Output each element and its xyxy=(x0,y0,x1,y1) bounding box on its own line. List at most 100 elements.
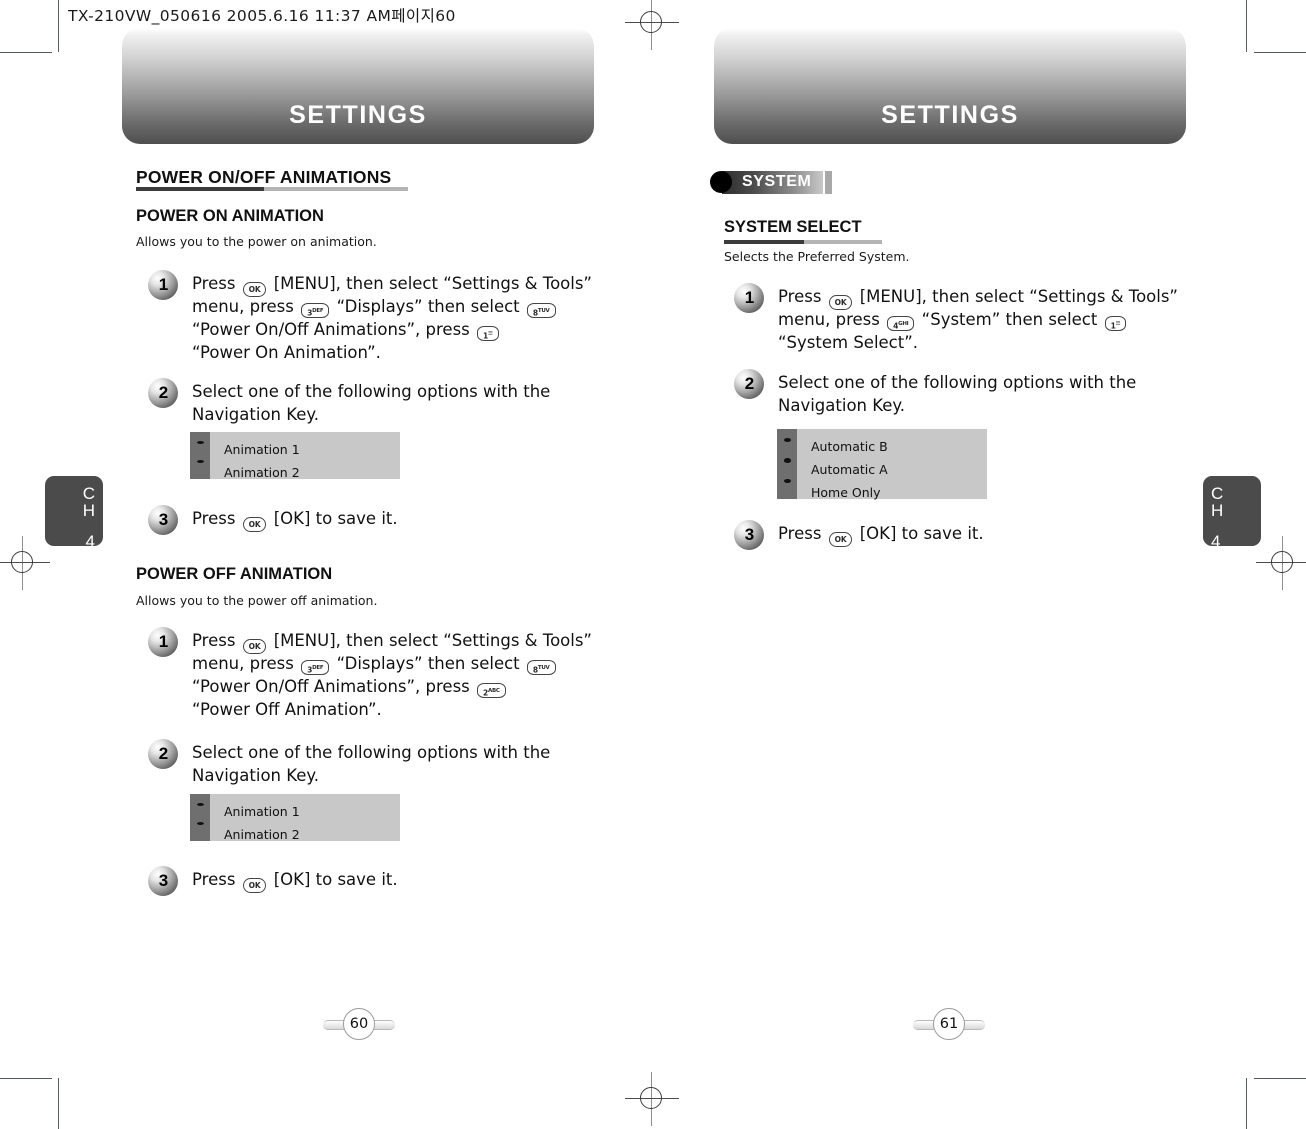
option-bullet-icon xyxy=(783,438,791,443)
page-number-left-value: 60 xyxy=(343,1008,375,1040)
chapter-tab-left-c: C xyxy=(82,484,95,503)
step-badge-3-off: 3 xyxy=(148,866,178,896)
option-item[interactable]: Animation 1 xyxy=(224,800,400,823)
step-badge-2-sys: 2 xyxy=(734,369,764,399)
phone-key-ok-icon: OK xyxy=(828,532,853,547)
page-number-right-value: 61 xyxy=(933,1008,965,1040)
subsection-title-system-select: SYSTEM SELECT xyxy=(724,218,862,236)
instruction-line: Press OK [OK] to save it. xyxy=(778,522,984,547)
phone-key-8-icon: 8TUV xyxy=(526,659,556,675)
option-box-items: Automatic B Automatic A Home Only xyxy=(797,429,987,500)
step-badge-2-off: 2 xyxy=(148,739,178,769)
option-box-power-on[interactable]: Animation 1 Animation 2 xyxy=(190,432,400,480)
trim-line-bottom-right xyxy=(1254,1078,1306,1079)
option-item[interactable]: Animation 1 xyxy=(224,438,400,461)
option-item[interactable]: Automatic B xyxy=(811,435,987,458)
option-box-items: Animation 1 Animation 2 xyxy=(210,794,400,842)
step-3-power-on-text: Press OK [OK] to save it. xyxy=(192,507,398,532)
option-bullet-icon xyxy=(783,458,791,463)
step-badge-3: 3 xyxy=(148,505,178,535)
subsection-desc-system-select: Selects the Preferred System. xyxy=(724,249,910,264)
option-bullet-icon xyxy=(196,822,204,825)
instruction-line: Navigation Key. xyxy=(778,396,906,415)
step-badge-2: 2 xyxy=(148,378,178,408)
step-1-system-select-text: Press OK [MENU], then select “Settings &… xyxy=(778,285,1178,354)
phone-key-1-icon: 1☰ xyxy=(477,325,499,341)
chapter-tab-right-h: H xyxy=(1211,501,1224,520)
phone-key-1-icon: 1☰ xyxy=(1104,315,1127,331)
instruction-line: “Power On/Off Animations”, press 1☰ xyxy=(192,318,592,341)
left-page: SETTINGS POWER ON/OFF ANIMATIONS POWER O… xyxy=(60,0,650,1129)
trim-line-left-bottom xyxy=(58,1078,59,1129)
option-box-gutter xyxy=(190,794,210,841)
trim-line-left xyxy=(58,0,59,52)
category-tag-label: SYSTEM xyxy=(722,170,824,194)
step-badge-1: 1 xyxy=(148,270,178,300)
phone-key-ok-icon: OK xyxy=(242,878,267,893)
subsection-desc-power-off: Allows you to the power off animation. xyxy=(136,593,378,608)
right-page: SETTINGS SYSTEM SYSTEM SELECT Selects th… xyxy=(652,0,1242,1129)
section-title-rule xyxy=(136,187,408,191)
page-number-right: 61 xyxy=(912,1006,986,1042)
subsection-desc-power-on: Allows you to the power on animation. xyxy=(136,234,377,249)
page-number-left: 60 xyxy=(322,1006,396,1042)
instruction-line: “Power On/Off Animations”, press 2ABC xyxy=(192,675,592,698)
option-item[interactable]: Animation 2 xyxy=(224,461,400,484)
phone-key-2-icon: 2ABC xyxy=(477,682,506,698)
manual-page-spread: TX-210VW_050616 2005.6.16 11:37 AM페이지60 … xyxy=(0,0,1306,1129)
instruction-line: Press OK [MENU], then select “Settings &… xyxy=(778,285,1178,310)
instruction-line: Select one of the following options with… xyxy=(778,373,1137,392)
option-bullet-icon xyxy=(196,441,204,444)
instruction-line: Press OK [OK] to save it. xyxy=(192,868,398,893)
instruction-line: “Power On Animation”. xyxy=(192,343,381,362)
right-banner-title: SETTINGS xyxy=(881,101,1019,129)
option-item[interactable]: Automatic A xyxy=(811,458,987,481)
page-number-wing-right-2 xyxy=(963,1020,985,1030)
chapter-tab-right: C H 4 xyxy=(1203,476,1261,550)
step-2-system-select-text: Select one of the following options with… xyxy=(778,371,1136,417)
option-box-system-select[interactable]: Automatic B Automatic A Home Only xyxy=(777,429,987,500)
subsection-title-power-off: POWER OFF ANIMATION xyxy=(136,565,333,583)
option-box-items: Animation 1 Animation 2 xyxy=(210,432,400,480)
phone-key-ok-icon: OK xyxy=(242,517,267,532)
chapter-tab-left-h: H xyxy=(82,501,95,520)
chapter-tab-right-c: C xyxy=(1211,484,1224,503)
step-badge-3-sys: 3 xyxy=(734,520,764,550)
option-item[interactable]: Home Only xyxy=(811,481,987,504)
step-3-power-off-text: Press OK [OK] to save it. xyxy=(192,868,398,893)
instruction-line: Select one of the following options with… xyxy=(192,743,551,762)
chapter-tab-left-number: 4 xyxy=(85,532,95,551)
instruction-line: Press OK [MENU], then select “Settings &… xyxy=(192,629,592,654)
option-bullet-icon xyxy=(196,460,204,463)
trim-line-right xyxy=(1246,0,1247,52)
step-2-power-on-text: Select one of the following options with… xyxy=(192,380,550,426)
registration-mark-left xyxy=(0,536,50,590)
instruction-line: “System Select”. xyxy=(778,333,919,352)
instruction-line: Select one of the following options with… xyxy=(192,382,551,401)
step-1-power-off-text: Press OK [MENU], then select “Settings &… xyxy=(192,629,592,721)
instruction-line: “Power Off Animation”. xyxy=(192,700,382,719)
trim-line-bottom-left xyxy=(0,1078,52,1079)
instruction-line: menu, press 3DEF “Displays” then select … xyxy=(192,295,592,318)
page-number-wing-left xyxy=(323,1020,345,1030)
page-number-wing-left-2 xyxy=(913,1020,935,1030)
left-page-banner: SETTINGS xyxy=(122,28,594,144)
instruction-line: Press OK [OK] to save it. xyxy=(192,507,398,532)
step-3-system-select-text: Press OK [OK] to save it. xyxy=(778,522,984,547)
step-badge-1-off: 1 xyxy=(148,627,178,657)
subsection-rule-system-select xyxy=(724,240,882,244)
registration-mark-right xyxy=(1256,536,1306,590)
option-box-gutter xyxy=(777,429,797,499)
option-item[interactable]: Animation 2 xyxy=(224,823,400,846)
instruction-line: Navigation Key. xyxy=(192,766,320,785)
option-bullet-icon xyxy=(783,478,791,483)
section-title-power-animations: POWER ON/OFF ANIMATIONS xyxy=(136,167,392,187)
option-box-power-off[interactable]: Animation 1 Animation 2 xyxy=(190,794,400,842)
category-tag-dot-icon xyxy=(710,171,732,193)
category-tag-system: SYSTEM xyxy=(710,170,833,194)
trim-line-top-right xyxy=(1254,52,1306,53)
instruction-line: menu, press 4GHI “System” then select 1☰ xyxy=(778,308,1178,331)
phone-key-4-icon: 4GHI xyxy=(887,315,915,331)
trim-line-right-bottom xyxy=(1246,1078,1247,1129)
phone-key-3-icon: 3DEF xyxy=(301,302,330,318)
